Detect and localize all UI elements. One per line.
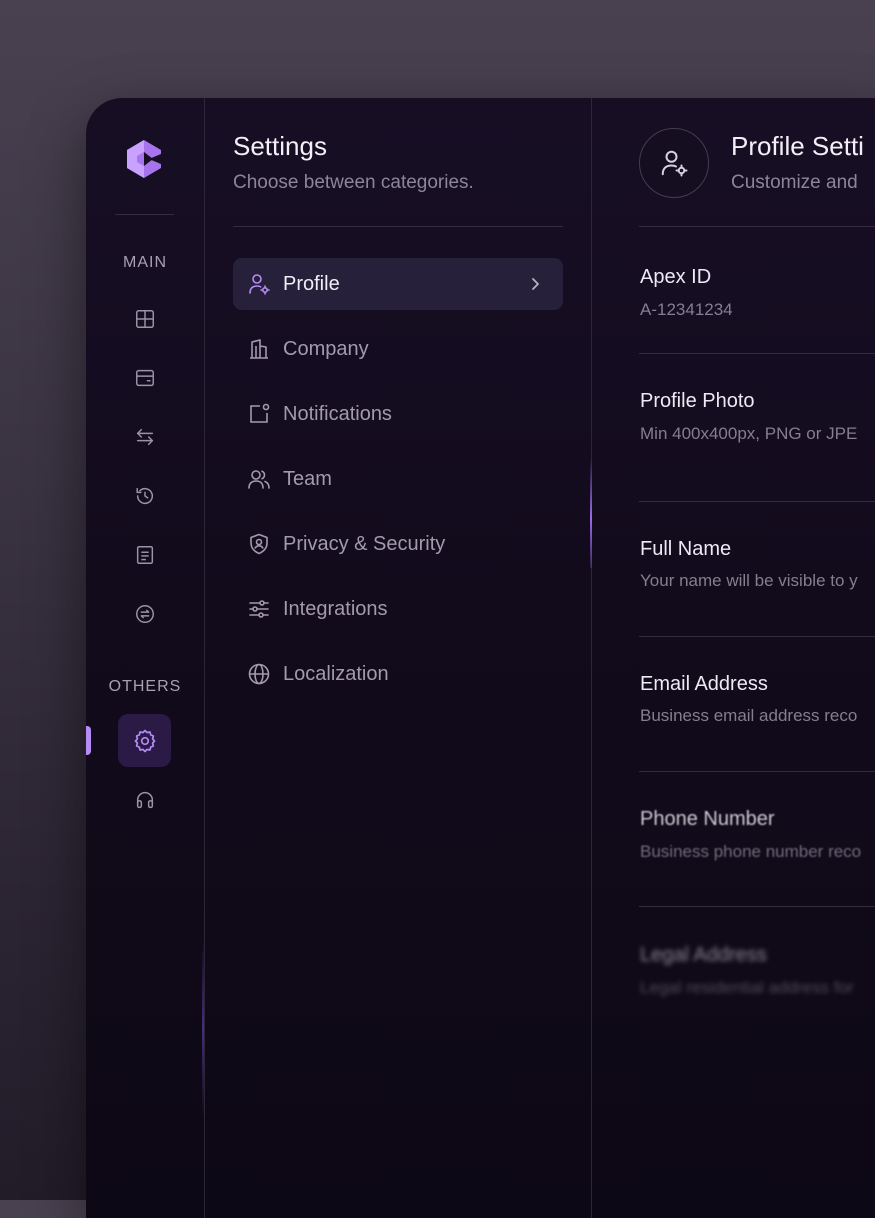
category-label: Company	[283, 337, 369, 360]
user-settings-icon	[661, 150, 688, 177]
history-clock-icon[interactable]	[131, 482, 159, 510]
notification-icon	[247, 402, 271, 426]
settings-divider	[233, 226, 563, 227]
settings-gear-icon[interactable]	[118, 714, 171, 767]
category-label: Localization	[283, 662, 389, 685]
shield-user-icon	[247, 532, 271, 556]
profile-divider	[639, 771, 875, 772]
settings-title: Settings	[233, 131, 327, 161]
users-icon	[247, 467, 271, 491]
brand-logo-icon[interactable]	[123, 138, 165, 180]
category-label: Integrations	[283, 597, 388, 620]
category-item-team[interactable]: Team	[233, 453, 563, 505]
page-subtitle: Customize and	[731, 172, 858, 193]
profile-divider	[639, 501, 875, 502]
chevron-right-icon	[532, 278, 539, 290]
apex-id-label: Apex ID	[640, 266, 712, 288]
exchange-circle-icon[interactable]	[131, 600, 159, 628]
legal-address-label: Legal Address	[640, 944, 767, 966]
category-item-notifications[interactable]: Notifications	[233, 388, 563, 440]
page-title: Profile Setti	[731, 131, 864, 161]
transfer-arrows-icon[interactable]	[131, 423, 159, 451]
document-icon[interactable]	[131, 541, 159, 569]
grid-icon[interactable]	[131, 305, 159, 333]
email-address-help: Business email address reco	[640, 706, 858, 725]
avatar[interactable]	[639, 128, 709, 198]
globe-icon	[247, 662, 271, 686]
profile-photo-help: Min 400x400px, PNG or JPE	[640, 424, 858, 443]
settings-subtitle: Choose between categories.	[233, 172, 474, 193]
phone-number-help: Business phone number reco	[640, 842, 862, 861]
user-settings-icon	[247, 272, 271, 296]
full-name-help: Your name will be visible to y	[640, 571, 858, 590]
category-item-localization[interactable]: Localization	[233, 648, 563, 700]
profile-divider	[639, 353, 875, 354]
apex-id-value: A-12341234	[640, 300, 733, 319]
sliders-icon	[247, 597, 271, 621]
rail-glow	[202, 938, 204, 1118]
settings-categories-panel: Settings Choose between categories. Prof…	[205, 98, 592, 1218]
profile-divider	[639, 636, 875, 637]
main-section-heading: MAIN	[123, 254, 167, 271]
category-label: Notifications	[283, 402, 392, 425]
category-item-profile[interactable]: Profile	[233, 258, 563, 310]
wallet-card-icon[interactable]	[131, 364, 159, 392]
icon-rail: MAIN OTHERS	[86, 98, 205, 1218]
category-label: Privacy & Security	[283, 532, 446, 555]
category-item-integrations[interactable]: Integrations	[233, 583, 563, 635]
building-icon	[247, 337, 271, 361]
full-name-label: Full Name	[640, 538, 732, 560]
legal-address-help: Legal residential address for	[640, 978, 854, 997]
profile-divider	[639, 906, 875, 907]
category-item-company[interactable]: Company	[233, 323, 563, 375]
category-item-privacy-security[interactable]: Privacy & Security	[233, 518, 563, 570]
category-label: Team	[283, 467, 332, 490]
app-window: MAIN OTHERS Settings Choose between cate…	[86, 98, 875, 1218]
rail-divider	[115, 214, 174, 215]
email-address-label: Email Address	[640, 673, 768, 695]
profile-photo-label: Profile Photo	[640, 390, 755, 412]
profile-settings-panel: Profile Setti Customize and Apex ID A-12…	[592, 98, 875, 1218]
headphones-icon[interactable]	[131, 786, 159, 814]
phone-number-label: Phone Number	[640, 808, 775, 830]
category-label: Profile	[283, 272, 340, 295]
active-indicator	[86, 726, 91, 755]
others-section-heading: OTHERS	[108, 678, 182, 695]
profile-divider	[639, 226, 875, 227]
